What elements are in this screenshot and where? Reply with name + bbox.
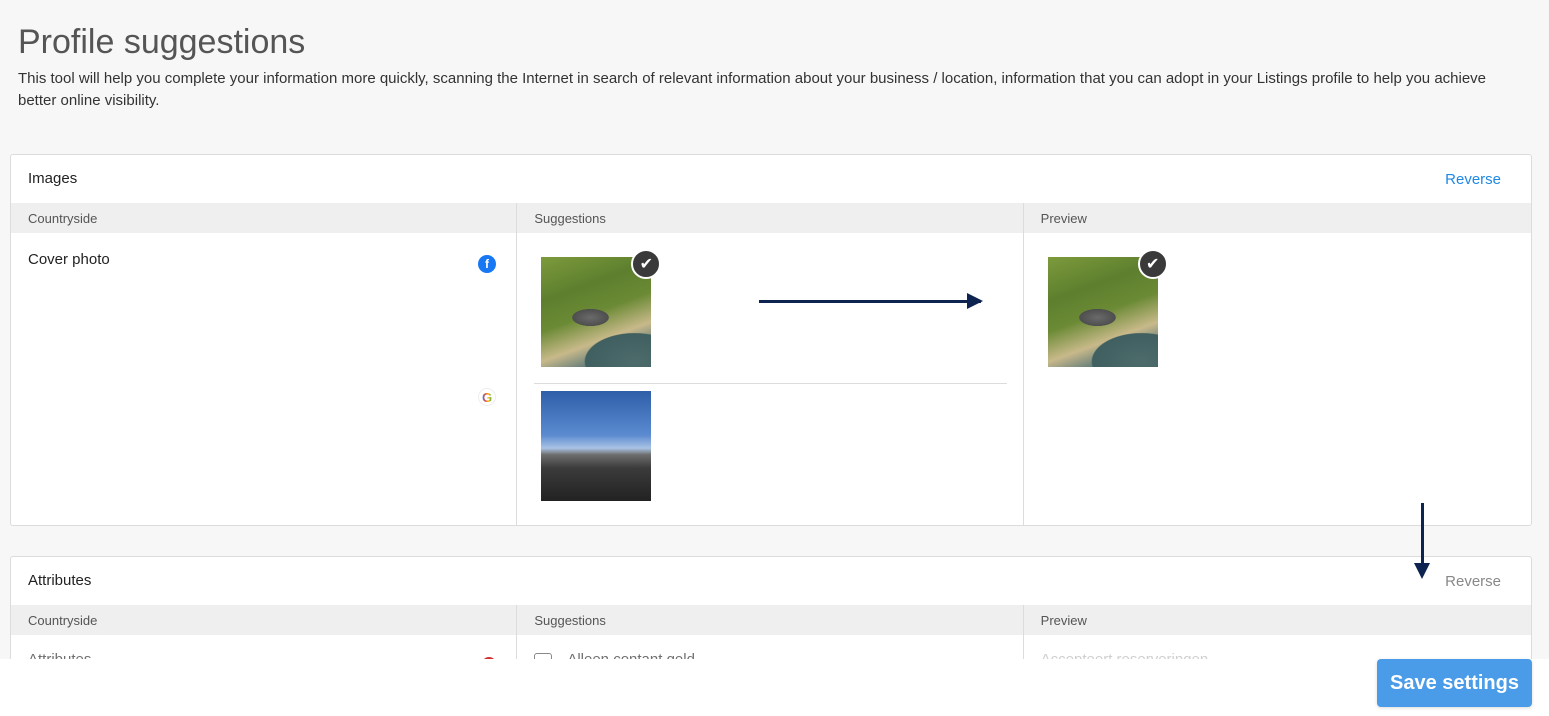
check-icon: ✔ — [1137, 249, 1168, 279]
arrow-right-icon — [759, 293, 983, 309]
arrow-down-icon — [1414, 503, 1430, 579]
google-icon: G — [478, 388, 496, 406]
attributes-card-header: Attributes Reverse — [11, 557, 1531, 605]
attributes-card: Attributes Reverse Countryside Suggestio… — [10, 556, 1532, 676]
countryside-cell: Cover photo f G — [11, 233, 518, 525]
images-card: Images Reverse Countryside Suggestions P… — [10, 154, 1532, 526]
attributes-card-title: Attributes — [28, 572, 92, 589]
footer-bar: Save settings — [0, 659, 1549, 716]
check-icon[interactable]: ✔ — [631, 249, 662, 279]
facebook-icon: f — [478, 255, 496, 273]
google-suggestion-image[interactable] — [541, 391, 652, 501]
column-header-preview: Preview — [1040, 613, 1087, 628]
column-header-countryside: Countryside — [11, 605, 518, 635]
column-header-countryside: Countryside — [11, 203, 518, 233]
images-reverse-button[interactable]: Reverse — [1445, 171, 1501, 188]
attributes-column-headers: Countryside Suggestions Preview — [11, 605, 1531, 635]
images-card-header: Images Reverse — [11, 155, 1531, 203]
column-header-suggestions: Suggestions — [517, 203, 1024, 233]
images-row: Cover photo f G ✔ ✔ — [11, 233, 1531, 525]
save-settings-button[interactable]: Save settings — [1377, 659, 1532, 707]
page-title: Profile suggestions — [18, 23, 306, 61]
page-description: This tool will help you complete your in… — [18, 70, 1487, 109]
suggestions-cell: ✔ — [517, 233, 1024, 525]
page-header: Profile suggestions This tool will help … — [18, 22, 1508, 112]
images-card-title: Images — [28, 170, 78, 187]
cover-photo-label: Cover photo — [28, 251, 110, 268]
column-header-suggestions: Suggestions — [517, 605, 1024, 635]
images-column-headers: Countryside Suggestions Preview — [11, 203, 1531, 233]
attributes-reverse-button[interactable]: Reverse — [1445, 573, 1501, 590]
suggestion-divider — [534, 383, 1008, 384]
preview-cell: ✔ — [1024, 233, 1531, 525]
column-header-preview: Preview — [1040, 211, 1087, 226]
